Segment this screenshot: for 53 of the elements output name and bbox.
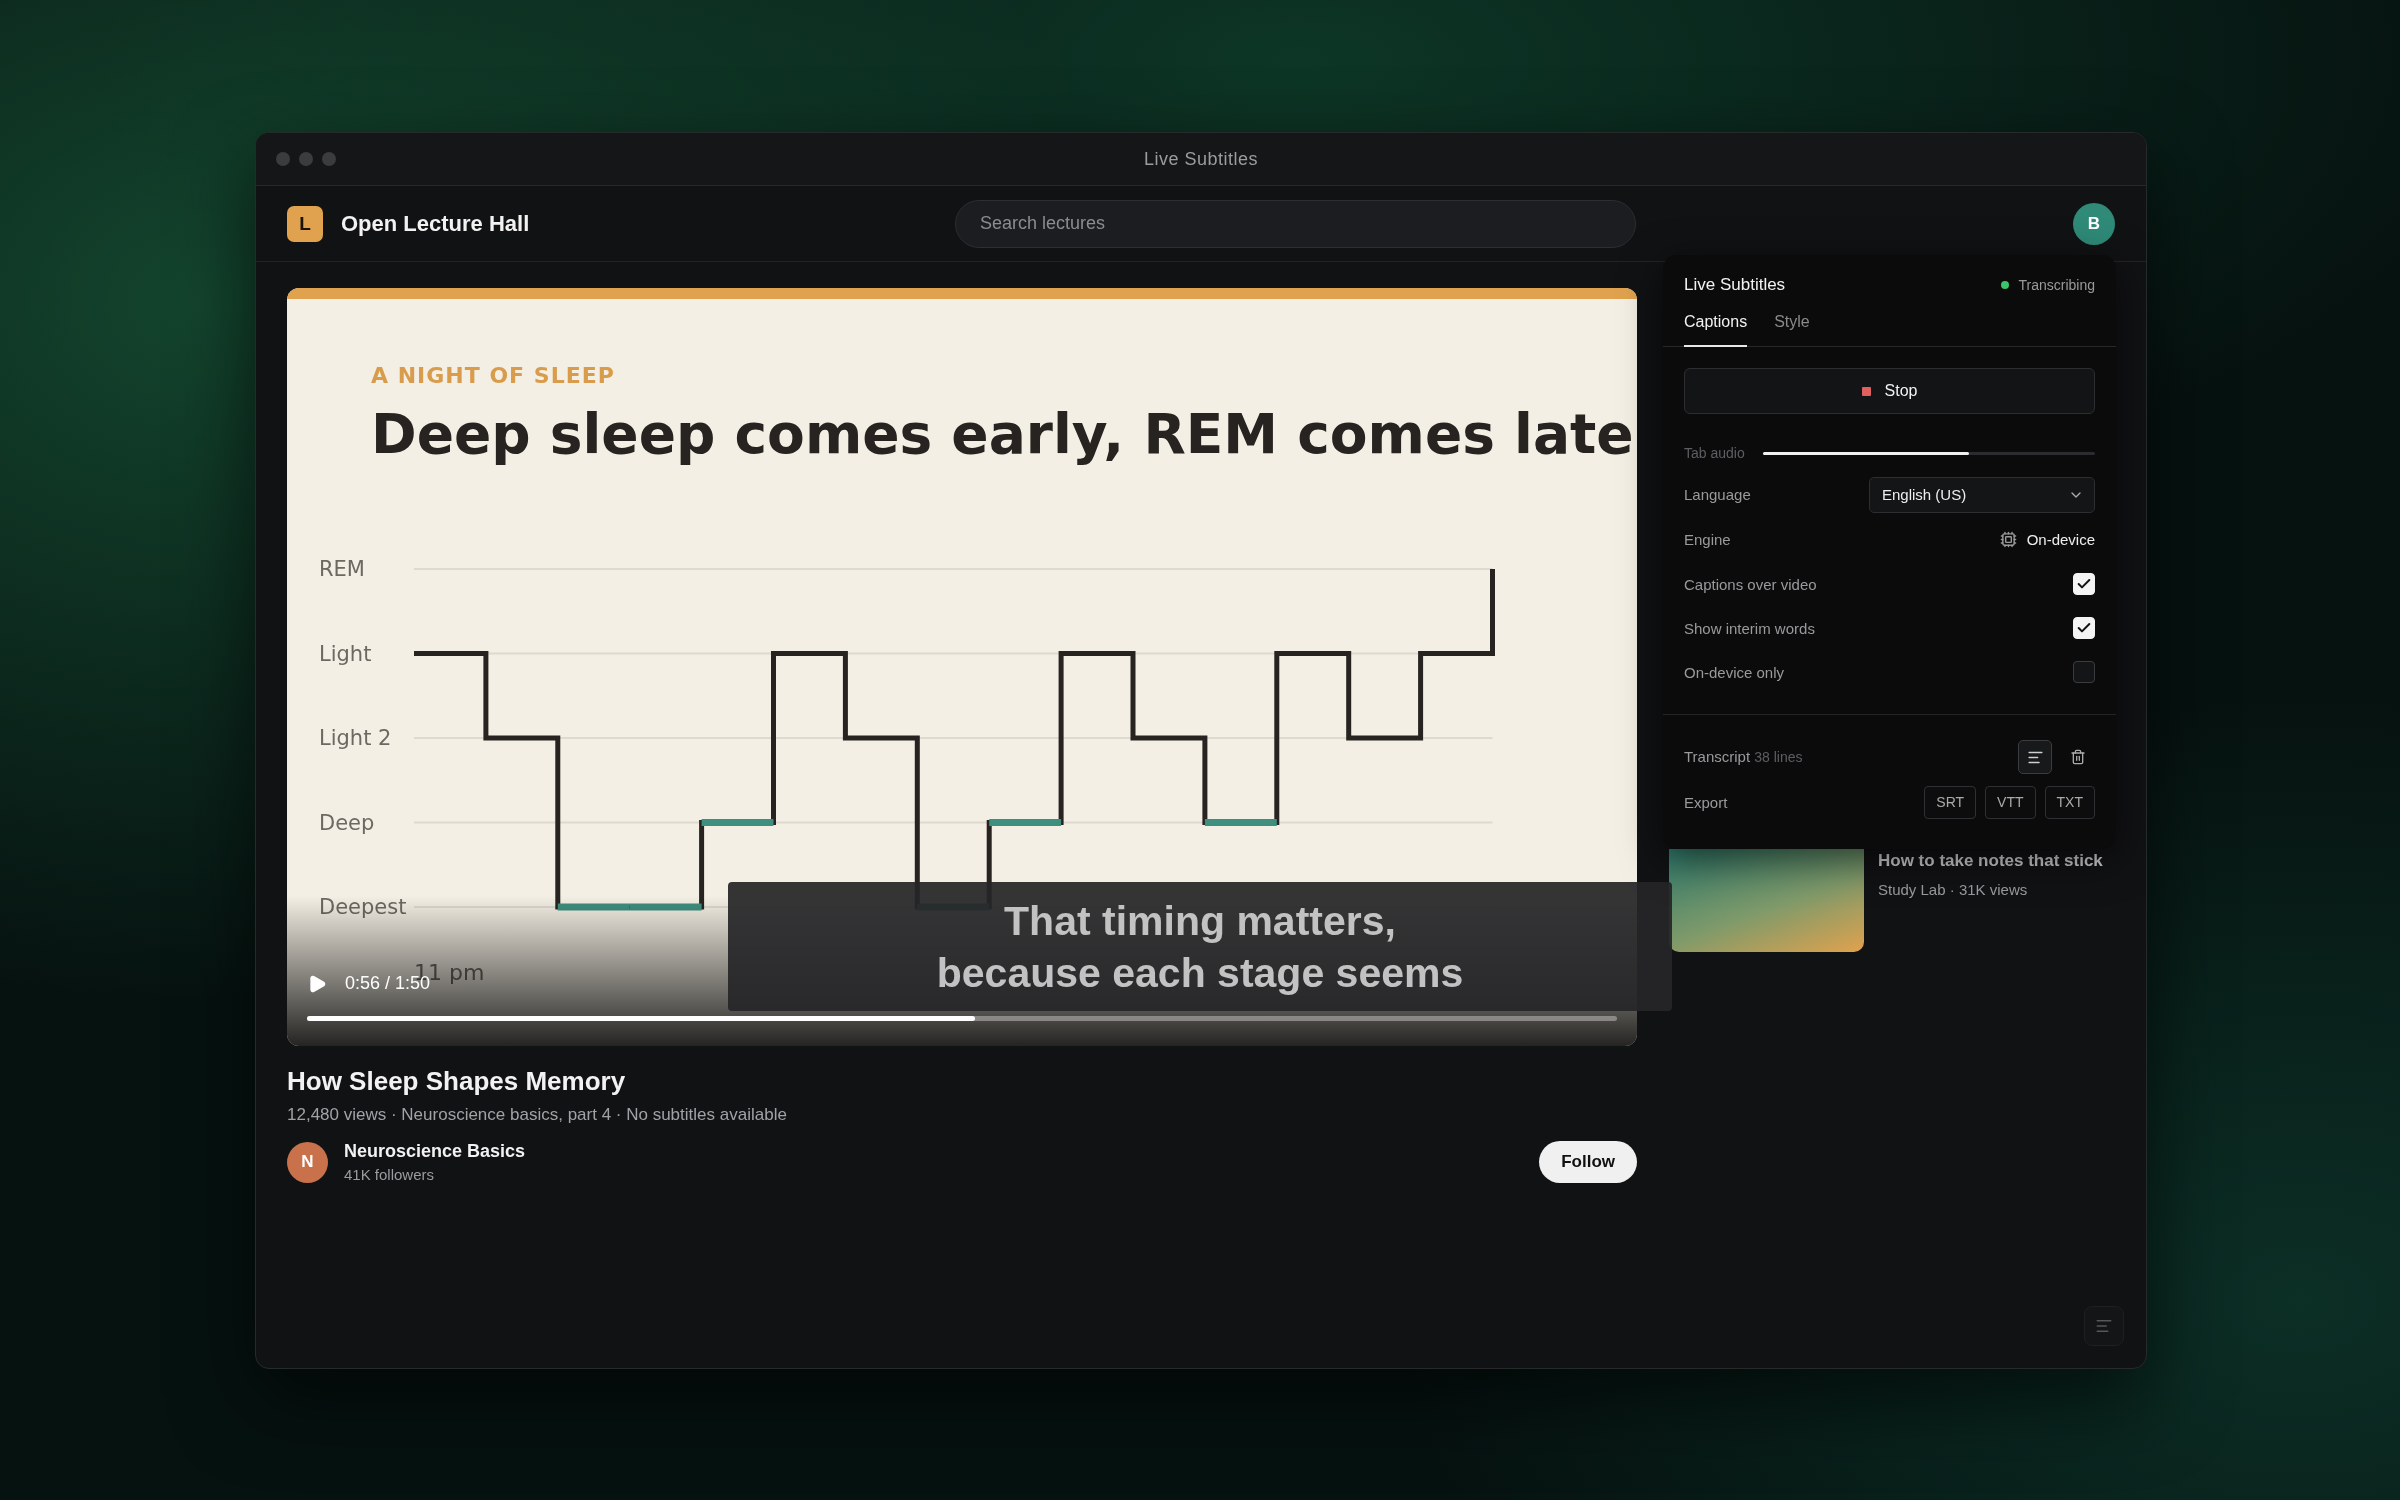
video-title: How Sleep Shapes Memory [287,1066,627,1097]
checkbox[interactable] [2073,661,2095,683]
axis-label: REM [319,557,365,581]
status-label: Transcribing [2001,277,2095,293]
site-name: Open Lecture Hall [341,210,531,237]
slide-eyebrow: A NIGHT OF SLEEP [371,363,615,388]
trash-icon [2070,749,2086,765]
setting-label: Show interim words [1684,619,1815,637]
caption-line: That timing matters, [1004,896,1396,946]
panel-tab[interactable]: Style [1774,313,1810,347]
search-field[interactable]: Search lectures [955,199,1636,248]
export-format-button[interactable]: TXT [2044,785,2095,819]
status-dot [2001,281,2010,289]
setting-label: Language [1684,486,1751,503]
audio-slider[interactable] [1762,451,2095,455]
video-meta: 12,480 views · Neuroscience basics, part 4 · No subtitles available [287,1105,788,1125]
axis-label: Light 2 [319,726,392,750]
channel-name[interactable]: Neuroscience Basics [344,1141,1524,1162]
export-format-button[interactable]: SRT [1924,785,1977,819]
transcript-lines-button[interactable] [2018,740,2052,774]
axis-label: Deepest [319,895,407,919]
stop-button[interactable]: Stop [1684,368,2095,414]
setting-value: On-device [2026,531,2095,548]
setting-label: Tab audio [1684,445,1745,461]
setting-label: Captions over video [1684,575,1817,593]
export-format-button[interactable]: VTT [1985,785,2036,819]
play-icon [307,973,327,994]
language-dropdown[interactable]: English (US) [1869,476,2095,513]
transcript-label: Transcript [1684,748,1752,765]
recommended-title[interactable]: How to take notes that stick [1878,851,2103,871]
follower-count: 41K followers [344,1166,436,1183]
progress-bar[interactable] [307,1016,1617,1021]
panel-tab[interactable]: Captions [1684,313,1748,347]
line-count: 38 lines [1754,749,1803,765]
window-title: Live Subtitles [1143,148,1259,170]
transcript-toggle-button[interactable] [2084,1306,2124,1346]
channel-avatar[interactable]: N [287,1141,328,1183]
user-avatar[interactable]: B [2073,202,2115,245]
export-label: Export [1684,793,1728,811]
setting-label: On-device only [1684,663,1785,681]
video-thumbnail[interactable] [1669,849,1864,952]
site-logo[interactable]: L [287,205,323,242]
panel-title: Live Subtitles [1684,275,1786,295]
caption-line: because each stage seems [936,948,1464,998]
chip-icon [1999,531,2017,548]
recommended-meta: Study Lab · 31K views [1878,881,2029,898]
slide-title: Deep sleep comes early, REM comes late [371,402,1634,466]
lines-icon [2095,1317,2113,1335]
axis-label: Deep [319,810,375,835]
axis-label: Light [319,641,372,666]
setting-label: Engine [1684,531,1731,548]
play-button[interactable] [307,973,327,994]
follow-button[interactable]: Follow [1539,1141,1637,1183]
